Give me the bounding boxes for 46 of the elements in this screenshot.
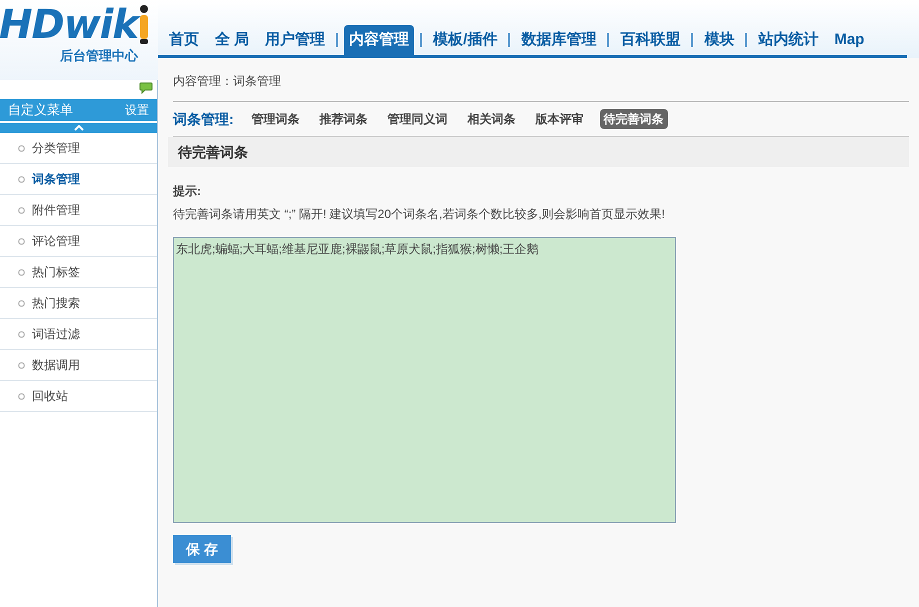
sub-nav-tab[interactable]: 待完善词条: [600, 109, 668, 129]
nav-tab[interactable]: Map: [829, 25, 870, 55]
sidebar-title: 自定义菜单: [8, 101, 73, 120]
breadcrumb: 内容管理：词条管理: [173, 73, 282, 90]
sub-nav-tab[interactable]: 推荐词条: [316, 109, 372, 129]
sub-nav-tab[interactable]: 管理词条: [248, 109, 304, 129]
save-button[interactable]: 保 存: [173, 535, 231, 563]
sidebar-item[interactable]: 词条管理: [0, 164, 157, 195]
bullet-icon: [18, 300, 25, 306]
hint-title: 提示:: [173, 183, 202, 200]
sub-nav-tab[interactable]: 管理同义词: [384, 109, 452, 129]
nav-tab[interactable]: 站内统计: [753, 25, 824, 55]
entries-textarea[interactable]: 东北虎;蝙蝠;大耳蝠;维基尼亚鹿;裸鼹鼠;草原犬鼠;指狐猴;树懒;王企鹅: [173, 237, 676, 523]
bullet-icon: [18, 392, 25, 400]
nav-tab[interactable]: 全 局: [210, 25, 254, 55]
sidebar-item[interactable]: 词语过滤: [0, 319, 157, 350]
bullet-icon: [18, 176, 25, 182]
logo-subtitle: 后台管理中心: [60, 47, 138, 65]
comment-icon: [139, 82, 153, 94]
sub-nav-tab[interactable]: 相关词条: [464, 109, 520, 129]
sidebar-item[interactable]: 热门搜索: [0, 288, 157, 319]
nav-tab[interactable]: 数据库管理: [516, 25, 602, 55]
nav-tab[interactable]: 内容管理: [344, 25, 414, 55]
sidebar-item[interactable]: 回收站: [0, 381, 157, 412]
nav-tab[interactable]: 模板/插件: [428, 25, 502, 55]
bullet-icon: [18, 268, 25, 276]
nav-tab[interactable]: 模块: [699, 25, 740, 55]
sidebar-item[interactable]: 评论管理: [0, 226, 157, 257]
bullet-icon: [18, 238, 25, 244]
hint-text: 待完善词条请用英文 “;” 隔开! 建议填写20个词条名,若词条个数比较多,则会影响首页显示效果!: [173, 206, 666, 223]
bullet-icon: [18, 362, 25, 368]
sidebar-item[interactable]: 数据调用: [0, 350, 157, 381]
sub-nav-title: 词条管理:: [173, 110, 234, 128]
chevron-up-icon: [74, 125, 84, 131]
sidebar-item[interactable]: 附件管理: [0, 195, 157, 226]
collapse-bar[interactable]: [0, 123, 157, 133]
section-title: 待完善词条: [178, 142, 248, 162]
nav-tab[interactable]: 百科联盟: [615, 25, 686, 55]
nav-tab[interactable]: 用户管理: [260, 25, 330, 55]
bullet-icon: [18, 206, 25, 214]
sub-nav-tab[interactable]: 版本评审: [532, 109, 588, 129]
nav-tab[interactable]: 首页: [164, 25, 204, 55]
sidebar-item[interactable]: 热门标签: [0, 257, 157, 288]
sidebar-item[interactable]: 分类管理: [0, 133, 157, 164]
bullet-icon: [18, 330, 25, 338]
bullet-icon: [18, 144, 25, 152]
